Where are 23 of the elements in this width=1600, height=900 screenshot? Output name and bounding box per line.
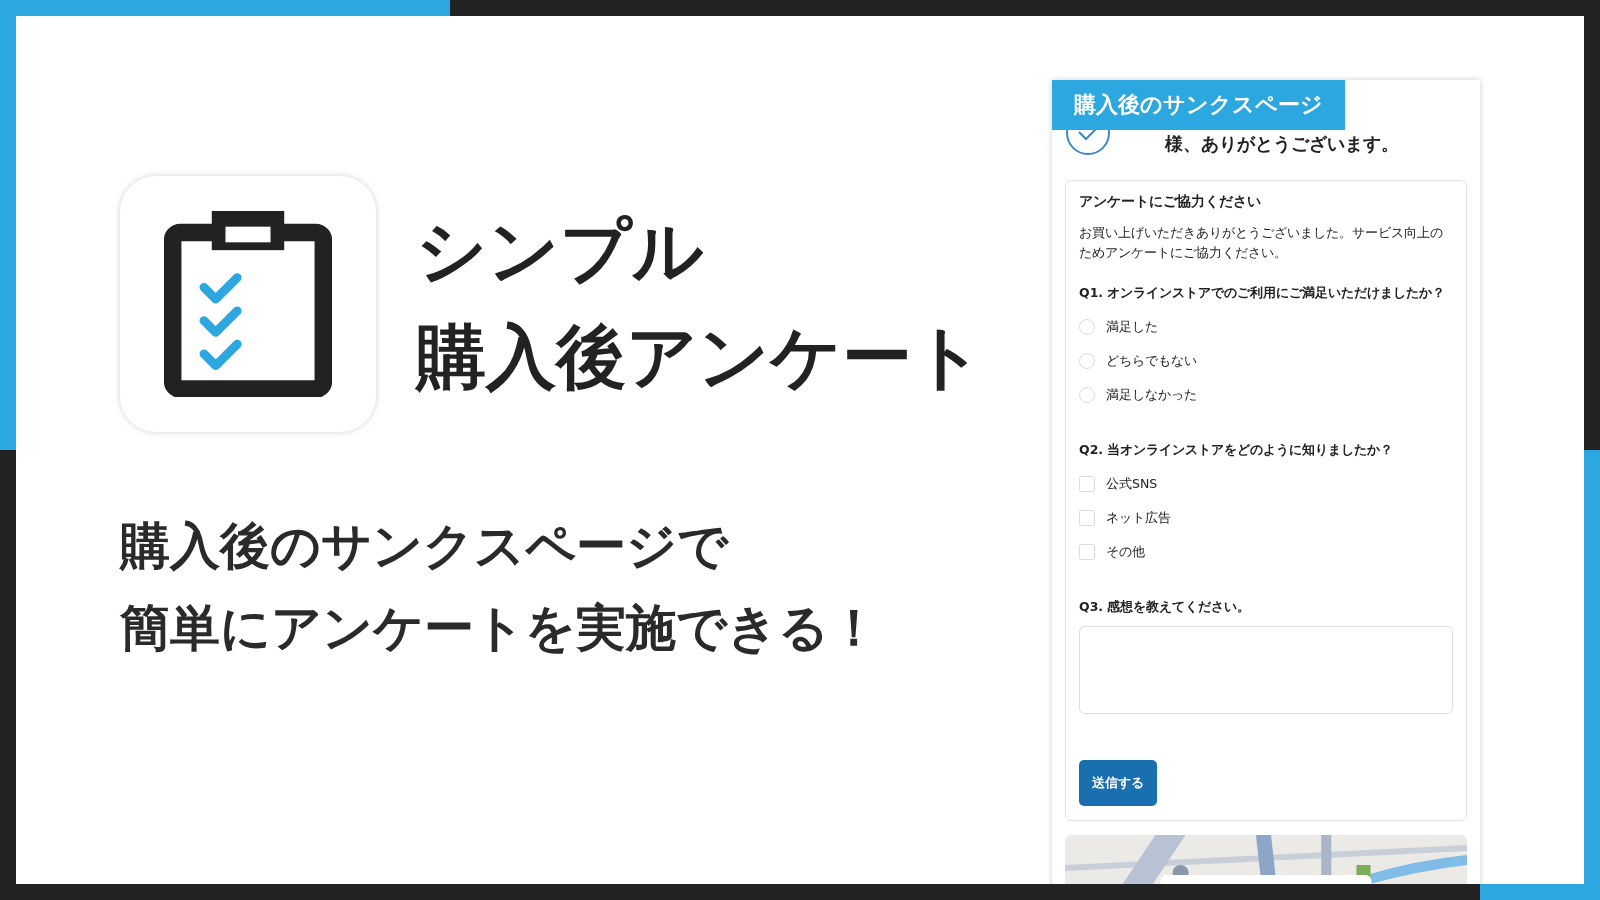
app-title: シンプル bbox=[416, 209, 705, 293]
survey-title: アンケートにご協力ください bbox=[1079, 193, 1262, 211]
tagline: 簡単にアンケートを実施できる！ bbox=[120, 598, 880, 658]
tagline: 購入後のサンクスページで bbox=[120, 516, 730, 576]
option-label: 満足しなかった bbox=[1106, 386, 1197, 404]
survey-intro: お買い上げいただきありがとうございました。サービス向上のためアンケートにご協力ください。 bbox=[1079, 224, 1444, 262]
option-label: その他 bbox=[1106, 543, 1145, 561]
clipboard-icon bbox=[164, 211, 332, 397]
option-label: どちらでもない bbox=[1106, 352, 1197, 370]
question-label: Q2. 当オンラインストアをどのように知りましたか？ bbox=[1079, 442, 1395, 459]
option-label: 満足した bbox=[1106, 318, 1158, 336]
checkbox[interactable] bbox=[1079, 510, 1095, 526]
checkbox[interactable] bbox=[1079, 476, 1095, 492]
answer-box[interactable] bbox=[1079, 626, 1453, 714]
app-title: 購入後アンケート bbox=[416, 315, 984, 399]
option-label: ネット広告 bbox=[1106, 509, 1171, 527]
submit-button[interactable]: 送信する bbox=[1079, 760, 1157, 806]
page-label: 購入後のサンクスページ bbox=[1052, 80, 1345, 130]
checkbox[interactable] bbox=[1079, 544, 1095, 560]
question-label: Q3. 感想を教えてください。 bbox=[1079, 599, 1252, 616]
thanks-message: 様、ありがとうございます。 bbox=[1165, 132, 1399, 156]
question-label: Q1. オンラインストアでのご利用にご満足いただけましたか？ bbox=[1079, 285, 1447, 302]
option-label: 公式SNS bbox=[1106, 475, 1158, 493]
